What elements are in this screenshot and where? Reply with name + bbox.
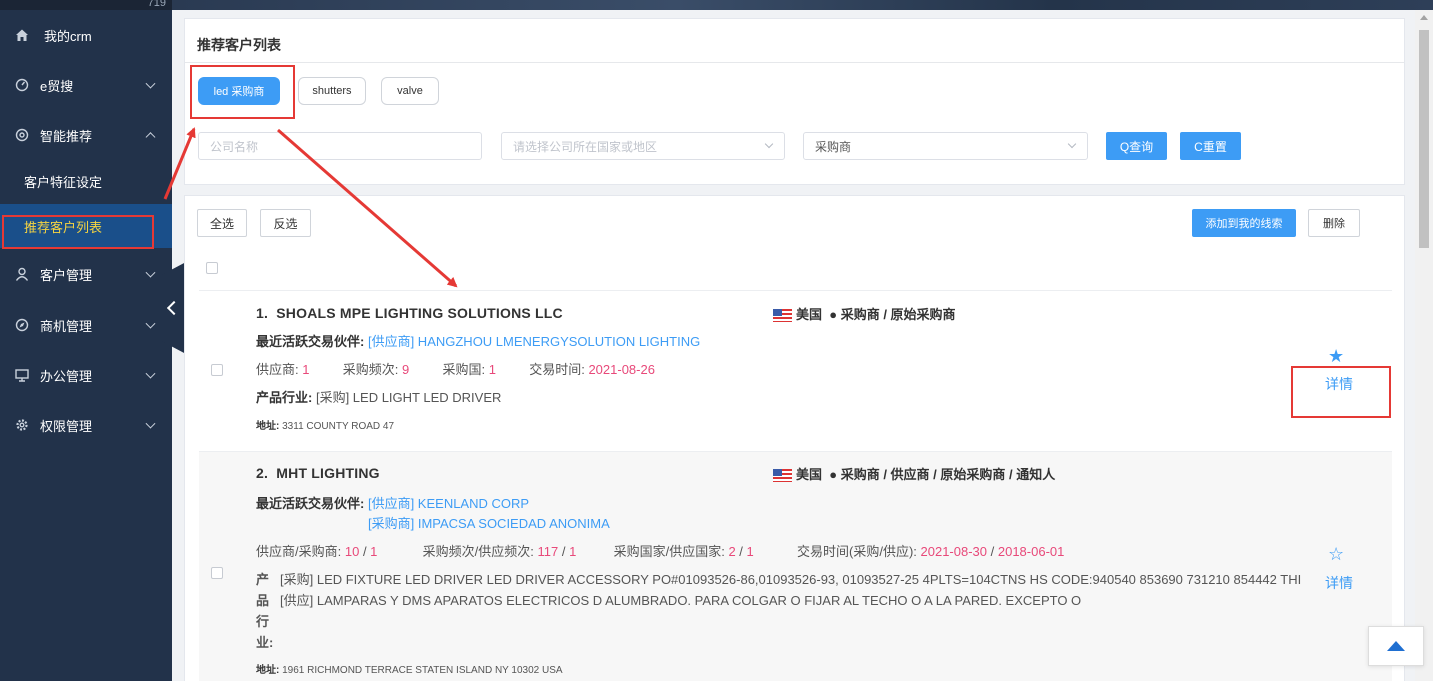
tag-led-buyer[interactable]: led 采购商	[198, 77, 280, 105]
partners-line-2: [采购商] IMPACSA SOCIEDAD ANONIMA	[368, 513, 610, 532]
reset-button[interactable]: C重置	[1180, 132, 1241, 160]
table-row: 2. MHT LIGHTING 美国 ● 采购商 / 供应商 / 原始采购商 /…	[199, 451, 1392, 681]
company-name[interactable]: 2. MHT LIGHTING	[256, 465, 380, 481]
chevron-down-icon	[145, 78, 156, 89]
chevron-down-icon	[764, 139, 774, 149]
industry-line: 产品行业: [采购] LED LIGHT LED DRIVER	[256, 390, 502, 405]
company-country: 美国 ● 采购商 / 供应商 / 原始采购商 / 通知人	[773, 464, 1055, 483]
sidebar-top-number: 719	[147, 0, 166, 9]
top-banner	[172, 0, 1433, 10]
delete-button[interactable]: 删除	[1308, 209, 1360, 237]
search-button[interactable]: Q查询	[1106, 132, 1167, 160]
page-title: 推荐客户列表	[197, 37, 281, 53]
select-all-checkbox[interactable]	[206, 262, 218, 274]
scrollbar[interactable]	[1415, 10, 1433, 681]
sidebar-item-label: 办公管理	[40, 368, 93, 384]
address-line: 地址: 3311 COUNTY ROAD 47	[256, 421, 395, 432]
type-select[interactable]: 采购商	[803, 132, 1088, 160]
sidebar-item-customer-management[interactable]: 客户管理	[0, 249, 172, 299]
partner-link[interactable]: [供应商] KEENLAND CORP	[368, 496, 529, 511]
sidebar-item-label: 商机管理	[40, 318, 93, 334]
us-flag-icon	[773, 469, 792, 483]
country-select[interactable]: 请选择公司所在国家或地区	[501, 132, 785, 160]
arrow-up-icon	[1387, 641, 1405, 651]
tag-shutters[interactable]: shutters	[298, 77, 366, 105]
partners-line: 最近活跃交易伙伴: [供应商] KEENLAND CORP	[256, 496, 530, 511]
sidebar-item-label: 权限管理	[40, 418, 93, 434]
company-country: 美国 ● 采购商 / 原始采购商	[773, 304, 956, 323]
sidebar-item-office-management[interactable]: 办公管理	[0, 350, 172, 400]
sidebar-item-customer-features[interactable]: 客户特征设定	[0, 159, 172, 203]
sidebar-item-label: 我的crm	[44, 28, 92, 44]
chevron-down-icon	[1067, 139, 1077, 149]
gauge-icon	[14, 77, 30, 93]
filter-panel: 推荐客户列表 led 采购商 shutters valve 公司名称 请选择公司…	[184, 18, 1405, 185]
detail-link[interactable]: 详情	[1325, 374, 1353, 394]
compass-icon	[14, 317, 30, 333]
sidebar-item-label: e贸搜	[40, 78, 74, 94]
stats-line: 供应商/采购商: 10 / 1 采购频次/供应频次: 117 / 1 采购国家/…	[256, 544, 1065, 559]
row-checkbox[interactable]	[211, 567, 223, 579]
chevron-down-icon	[145, 318, 156, 329]
us-flag-icon	[773, 309, 792, 323]
scroll-up-icon[interactable]	[1420, 15, 1428, 20]
detail-link[interactable]: 详情	[1325, 573, 1353, 593]
back-to-top-button[interactable]	[1368, 626, 1424, 666]
add-to-leads-button[interactable]: 添加到我的线索	[1192, 209, 1296, 237]
star-filled-icon[interactable]: ★	[1328, 346, 1344, 367]
scrollbar-thumb[interactable]	[1419, 30, 1429, 248]
partner-link[interactable]: [供应商] HANGZHOU LMENERGYSOLUTION LIGHTING	[368, 334, 700, 349]
stats-line: 供应商: 1 采购频次: 9 采购国: 1 交易时间: 2021-08-26	[256, 362, 655, 377]
chevron-up-icon	[145, 132, 156, 143]
address-line: 地址: 1961 RICHMOND TERRACE STATEN ISLAND …	[256, 665, 563, 676]
sidebar-item-e-search[interactable]: e贸搜	[0, 60, 172, 110]
chevron-down-icon	[145, 267, 156, 278]
user-icon	[14, 266, 30, 282]
table-row: 1. SHOALS MPE LIGHTING SOLUTIONS LLC 美国 …	[199, 290, 1392, 451]
invert-selection-button[interactable]: 反选	[260, 209, 311, 237]
company-name[interactable]: 1. SHOALS MPE LIGHTING SOLUTIONS LLC	[256, 305, 563, 321]
industry-line: [采购] LED FIXTURE LED DRIVER LED DRIVER A…	[280, 572, 1302, 608]
tag-valve[interactable]: valve	[381, 77, 439, 105]
sidebar: 719 我的crm e贸搜 智能推荐 客户特征设定 推荐客户列表 客户管理 商机…	[0, 0, 172, 681]
sidebar-item-my-crm[interactable]: 我的crm	[0, 10, 172, 60]
sidebar-item-smart-recommend[interactable]: 智能推荐	[0, 110, 172, 160]
results-panel: 全选 反选 添加到我的线索 删除 1. SHOALS MPE LIGHTING …	[184, 195, 1405, 681]
row-checkbox[interactable]	[211, 364, 223, 376]
chevron-down-icon	[145, 368, 156, 379]
partners-line: 最近活跃交易伙伴: [供应商] HANGZHOU LMENERGYSOLUTIO…	[256, 334, 701, 349]
sidebar-item-recommended-list[interactable]: 推荐客户列表	[0, 204, 172, 248]
gear-icon	[14, 127, 30, 143]
sidebar-item-label: 客户特征设定	[24, 174, 103, 190]
sidebar-item-label: 智能推荐	[40, 128, 93, 144]
star-empty-icon[interactable]: ☆	[1328, 544, 1344, 565]
company-name-input[interactable]: 公司名称	[198, 132, 482, 160]
settings-icon	[14, 417, 30, 433]
sidebar-item-permission-management[interactable]: 权限管理	[0, 400, 172, 450]
monitor-icon	[14, 367, 30, 383]
sidebar-collapse-button[interactable]	[160, 262, 186, 354]
sidebar-item-label: 客户管理	[40, 267, 93, 283]
select-all-button[interactable]: 全选	[197, 209, 247, 237]
sidebar-item-opportunity-management[interactable]: 商机管理	[0, 300, 172, 350]
partner-link[interactable]: [采购商] IMPACSA SOCIEDAD ANONIMA	[368, 516, 610, 531]
industry-label: 产 品 行 业:	[256, 572, 274, 650]
chevron-down-icon	[145, 418, 156, 429]
sidebar-item-label: 推荐客户列表	[24, 219, 103, 235]
chevron-left-icon	[166, 300, 182, 316]
home-icon	[14, 27, 30, 43]
